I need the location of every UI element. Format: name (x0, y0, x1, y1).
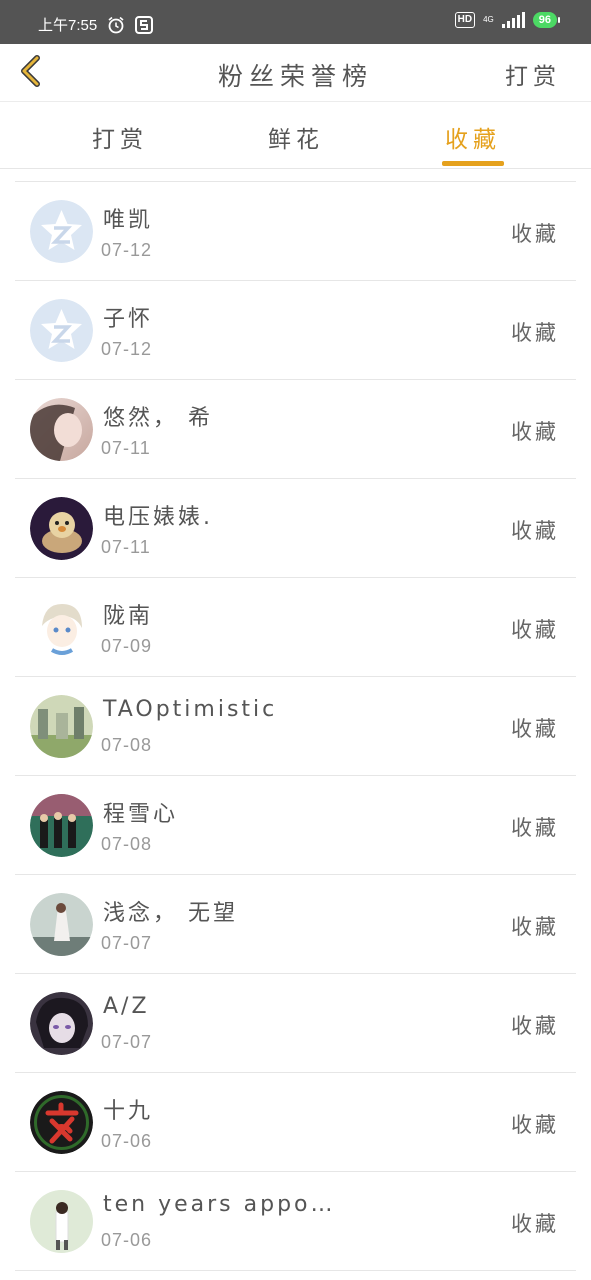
photo-avatar-icon (30, 893, 93, 956)
fan-name: A/Z (103, 994, 150, 1019)
list-item[interactable]: TAOptimistic 07-08 收藏 (15, 677, 576, 776)
default-star-avatar-icon (30, 299, 93, 362)
fan-action: 收藏 (511, 1212, 559, 1236)
list-item[interactable]: 程雪心 07-08 收藏 (15, 776, 576, 875)
anime-avatar-icon (30, 596, 93, 659)
anime-avatar-icon (30, 992, 93, 1055)
fan-date: 07-06 (101, 1131, 153, 1151)
fan-name: 电压婊婊. (103, 505, 213, 530)
active-tab-indicator (442, 161, 504, 166)
status-bar: 上午7:55 HD 4G 96 (0, 0, 591, 44)
avatar (30, 1190, 93, 1253)
hd-icon: HD (454, 12, 476, 28)
fan-date: 07-07 (101, 933, 153, 953)
tab-reward[interactable]: 打赏 (92, 120, 148, 154)
fan-date: 07-07 (101, 1032, 153, 1052)
fan-date: 07-08 (101, 735, 153, 755)
fan-action: 收藏 (511, 816, 559, 840)
avatar (30, 200, 93, 263)
alarm-icon (108, 16, 124, 33)
fan-date: 07-06 (101, 1230, 153, 1250)
fan-action: 收藏 (511, 1113, 559, 1137)
reward-button[interactable]: 打赏 (505, 57, 561, 91)
tab-bar: 打赏 鲜花 收藏 (0, 102, 591, 169)
battery-icon: 96 (532, 12, 561, 28)
list-item[interactable]: 电压婊婊. 07-11 收藏 (15, 479, 576, 578)
photo-avatar-icon (30, 398, 93, 461)
fan-date: 07-09 (101, 636, 153, 656)
signal-icon (501, 12, 525, 28)
fan-action: 收藏 (511, 222, 559, 246)
tab-flowers[interactable]: 鲜花 (268, 120, 324, 154)
tab-favorites[interactable]: 收藏 (445, 120, 501, 154)
fan-action: 收藏 (511, 1014, 559, 1038)
photo-avatar-icon (30, 695, 93, 758)
avatar (30, 1091, 93, 1154)
fan-date: 07-11 (101, 438, 151, 458)
avatar (30, 893, 93, 956)
list-item[interactable]: 浅念， 无望 07-07 收藏 (15, 875, 576, 974)
fan-name: 子怀 (103, 307, 154, 332)
fan-name: 悠然， 希 (103, 406, 213, 431)
list-item[interactable]: 悠然， 希 07-11 收藏 (15, 380, 576, 479)
avatar (30, 299, 93, 362)
fan-name: 浅念， 无望 (103, 901, 238, 926)
fan-name: 陇南 (103, 604, 154, 629)
list-item[interactable]: A/Z 07-07 收藏 (15, 974, 576, 1073)
list-item[interactable]: 子怀 07-12 收藏 (15, 281, 576, 380)
list-item[interactable]: 唯凯 07-12 收藏 (15, 182, 576, 281)
fan-date: 07-12 (101, 240, 153, 260)
fan-name: 程雪心 (103, 802, 179, 827)
photo-avatar-icon (30, 794, 93, 857)
fan-action: 收藏 (511, 915, 559, 939)
list-item[interactable]: 陇南 07-09 收藏 (15, 578, 576, 677)
photo-avatar-icon (30, 1190, 93, 1253)
fan-action: 收藏 (511, 321, 559, 345)
fan-name: 唯凯 (103, 208, 154, 233)
fan-name: 十九 (103, 1099, 154, 1124)
avatar (30, 398, 93, 461)
fan-action: 收藏 (511, 519, 559, 543)
default-star-avatar-icon (30, 200, 93, 263)
list-item[interactable]: ten years appo… 07-06 收藏 (15, 1172, 576, 1271)
fan-action: 收藏 (511, 717, 559, 741)
avatar (30, 794, 93, 857)
network-type: 4G (483, 15, 494, 24)
fan-date: 07-11 (101, 537, 151, 557)
status-time: 上午7:55 (38, 17, 98, 34)
fan-date: 07-08 (101, 834, 153, 854)
avatar (30, 992, 93, 1055)
avatar (30, 497, 93, 560)
fan-action: 收藏 (511, 420, 559, 444)
fan-name: ten years appo… (103, 1192, 336, 1217)
list-item[interactable]: 十九 07-06 收藏 (15, 1073, 576, 1172)
fan-date: 07-12 (101, 339, 153, 359)
fan-list: 唯凯 07-12 收藏 子怀 07-12 收藏 悠然， 希 07-11 收藏 电… (15, 181, 576, 1271)
avatar (30, 695, 93, 758)
fan-name: TAOptimistic (103, 697, 278, 722)
page-title: 粉丝荣誉榜 (217, 62, 373, 91)
avatar (30, 596, 93, 659)
fan-action: 收藏 (511, 618, 559, 642)
app-notification-icon (135, 15, 154, 34)
calligraphy-avatar-icon (30, 1091, 93, 1154)
photo-avatar-icon (30, 497, 93, 560)
page-header: 粉丝荣誉榜 打赏 (0, 44, 591, 102)
